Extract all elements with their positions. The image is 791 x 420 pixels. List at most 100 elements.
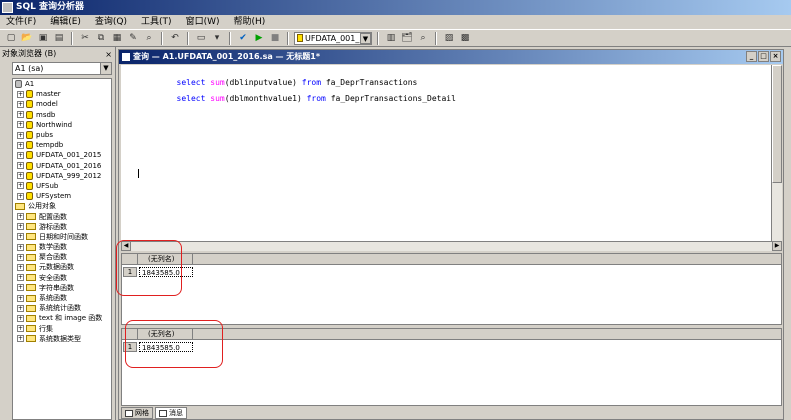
clear-window-icon[interactable]: ✎ [126,32,140,45]
object-search-icon[interactable]: ⌕ [416,32,430,45]
expand-icon[interactable]: + [17,111,24,119]
folder-icon [26,274,36,282]
expand-icon[interactable]: + [17,253,24,261]
tree-folder[interactable]: + 数学函数 [13,242,111,252]
tree-database[interactable]: + UFSub [13,181,111,191]
insert-template-icon[interactable]: ▤ [52,32,66,45]
results-mode-icon[interactable]: ▭ [194,32,208,45]
tree-folder[interactable]: + 游标函数 [13,222,111,232]
paste-icon[interactable]: ▦ [110,32,124,45]
expand-icon[interactable]: + [17,213,24,221]
tree-database[interactable]: + Northwind [13,120,111,130]
tree-folder-label: 数学函数 [39,243,67,252]
database-select[interactable]: UFDATA_001_20 ▼ [294,31,372,45]
expand-icon[interactable]: + [17,263,24,271]
tree-database[interactable]: + master [13,89,111,99]
stop-icon[interactable]: ■ [268,32,282,45]
execution-plan-icon[interactable]: ▥ [384,32,398,45]
tree-database[interactable]: + model [13,99,111,109]
chevron-down-icon[interactable]: ▼ [360,32,371,44]
database-icon [26,141,33,150]
tree-folder[interactable]: + 系统统计函数 [13,303,111,313]
expand-icon[interactable]: + [17,223,24,231]
folder-icon [15,202,25,210]
tree-server[interactable]: A1 [13,79,111,89]
dropdown-arrow-icon[interactable]: ▾ [210,32,224,45]
expand-icon[interactable]: + [17,314,24,322]
execute-icon[interactable]: ▶ [252,32,266,45]
result-grid[interactable]: (无列名) 1 1843585.0 [121,253,782,325]
expand-icon[interactable]: + [17,162,24,170]
expand-icon[interactable]: + [17,294,24,302]
expand-icon[interactable]: + [17,100,24,108]
tab-messages[interactable]: 消息 [155,407,187,419]
tree-common-objects[interactable]: 公用对象 [13,201,111,211]
tree-folder-label: 配置函数 [39,212,67,221]
scroll-right-icon[interactable]: ▶ [772,241,782,251]
expand-icon[interactable]: + [17,284,24,292]
tree-folder[interactable]: + 聚合函数 [13,252,111,262]
new-query-icon[interactable]: ▢ [4,32,18,45]
expand-icon[interactable]: + [17,121,24,129]
object-browser-toggle-icon[interactable]: 🗂 [400,32,414,45]
expand-icon[interactable]: + [17,274,24,282]
cut-icon[interactable]: ✂ [78,32,92,45]
expand-icon[interactable]: + [17,243,24,251]
tree-database[interactable]: + UFSystem [13,191,111,201]
tree-folder[interactable]: + text 和 image 函数 [13,313,111,323]
chevron-down-icon[interactable]: ▼ [100,63,111,74]
undo-icon[interactable]: ↶ [168,32,182,45]
tree-folder[interactable]: + 元数据函数 [13,262,111,272]
tree-database[interactable]: + pubs [13,130,111,140]
expand-icon[interactable]: + [17,325,24,333]
menu-window[interactable]: 窗口(W) [186,15,220,29]
tree-database-label: UFDATA_001_2016 [36,161,102,170]
parse-check-icon[interactable]: ✔ [236,32,250,45]
menu-query[interactable]: 查询(Q) [95,15,127,29]
close-icon[interactable]: × [105,48,112,61]
find-icon[interactable]: ⌕ [142,32,156,45]
expand-icon[interactable]: + [17,304,24,312]
tree-folder[interactable]: + 安全函数 [13,273,111,283]
editor-vertical-scrollbar[interactable] [771,65,782,247]
menu-tools[interactable]: 工具(T) [141,15,172,29]
tree-folder[interactable]: + 系统函数 [13,293,111,303]
expand-icon[interactable]: + [17,182,24,190]
maximize-icon[interactable]: □ [758,51,769,62]
sql-editor[interactable]: select sum(dblinputvalue) from fa_DeprTr… [121,65,771,247]
tree-folder[interactable]: + 系统数据类型 [13,334,111,344]
copy-icon[interactable]: ⧉ [94,32,108,45]
expand-icon[interactable]: + [17,131,24,139]
tree-database[interactable]: + UFDATA_001_2015 [13,150,111,160]
scrollbar-thumb[interactable] [772,65,782,183]
expand-icon[interactable]: + [17,172,24,180]
server-combo[interactable]: A1 (sa) ▼ [12,62,112,75]
folder-icon [26,294,36,302]
tree-database[interactable]: + msdb [13,110,111,120]
results-pane-icon[interactable]: ▩ [458,32,472,45]
editor-horizontal-scrollbar[interactable]: ◀ ▶ [121,241,782,251]
open-icon[interactable]: 📂 [20,32,34,45]
tree-folder[interactable]: + 日期和时间函数 [13,232,111,242]
tree-folder[interactable]: + 配置函数 [13,211,111,221]
tab-grid[interactable]: 网格 [121,407,153,419]
menu-file[interactable]: 文件(F) [6,15,36,29]
properties-icon[interactable]: ▨ [442,32,456,45]
tree-folder[interactable]: + 行集 [13,324,111,334]
expand-icon[interactable]: + [17,192,24,200]
expand-icon[interactable]: + [17,335,24,343]
tree-folder[interactable]: + 字符串函数 [13,283,111,293]
close-icon[interactable]: × [770,51,781,62]
menu-edit[interactable]: 编辑(E) [50,15,81,29]
expand-icon[interactable]: + [17,141,24,149]
expand-icon[interactable]: + [17,151,24,159]
save-icon[interactable]: ▣ [36,32,50,45]
expand-icon[interactable]: + [17,233,24,241]
menu-help[interactable]: 帮助(H) [233,15,265,29]
tree-database[interactable]: + UFDATA_999_2012 [13,171,111,181]
tree-database[interactable]: + UFDATA_001_2016 [13,161,111,171]
tree-database-label: UFDATA_001_2015 [36,151,102,160]
tree-database[interactable]: + tempdb [13,140,111,150]
minimize-icon[interactable]: _ [746,51,757,62]
expand-icon[interactable]: + [17,90,24,98]
